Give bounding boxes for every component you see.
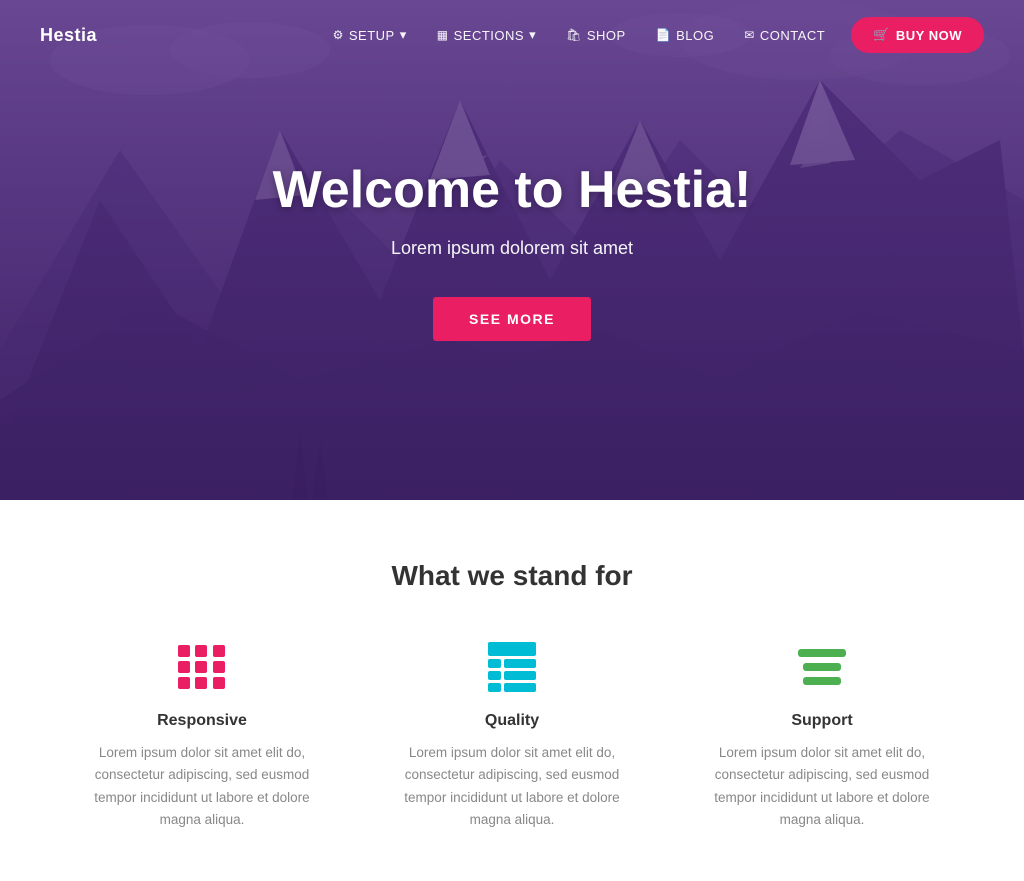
nav-contact[interactable]: ✉ CONTACT — [732, 20, 837, 51]
shop-icon: 🛍 — [566, 28, 582, 42]
hero-subtitle: Lorem ipsum dolorem sit amet — [273, 238, 752, 259]
responsive-desc: Lorem ipsum dolor sit amet elit do, cons… — [82, 742, 322, 831]
chevron-down-icon: ▾ — [400, 27, 407, 43]
nav-shop[interactable]: 🛍 SHOP — [554, 20, 638, 51]
chevron-down-icon: ▾ — [529, 27, 536, 43]
hero-title: Welcome to Hestia! — [273, 160, 752, 220]
setup-icon: ⚙ — [333, 28, 344, 42]
contact-icon: ✉ — [744, 28, 755, 42]
features-title: What we stand for — [40, 560, 984, 592]
quality-label: Quality — [392, 712, 632, 730]
cart-icon: 🛒 — [873, 27, 890, 43]
quality-icon — [482, 642, 542, 692]
features-grid: Responsive Lorem ipsum dolor sit amet el… — [62, 642, 962, 831]
feature-responsive: Responsive Lorem ipsum dolor sit amet el… — [62, 642, 342, 831]
support-icon — [792, 642, 852, 692]
responsive-label: Responsive — [82, 712, 322, 730]
see-more-button[interactable]: SEE MORE — [433, 297, 591, 341]
buy-now-button[interactable]: 🛒 BUY NOW — [851, 17, 984, 53]
sections-icon: ▦ — [437, 28, 449, 42]
nav-sections[interactable]: ▦ SECTIONS ▾ — [425, 19, 548, 51]
nav-menu: ⚙ SETUP ▾ ▦ SECTIONS ▾ 🛍 SHOP 📄 BLOG ✉ C… — [321, 17, 984, 53]
quality-desc: Lorem ipsum dolor sit amet elit do, cons… — [392, 742, 632, 831]
navbar: Hestia ⚙ SETUP ▾ ▦ SECTIONS ▾ 🛍 SHOP 📄 B… — [0, 0, 1024, 70]
feature-support: Support Lorem ipsum dolor sit amet elit … — [682, 642, 962, 831]
hero-content: Welcome to Hestia! Lorem ipsum dolorem s… — [253, 160, 772, 341]
responsive-icon — [172, 642, 232, 692]
feature-quality: Quality Lorem ipsum dolor sit amet elit … — [372, 642, 652, 831]
nav-blog[interactable]: 📄 BLOG — [644, 20, 727, 51]
support-desc: Lorem ipsum dolor sit amet elit do, cons… — [702, 742, 942, 831]
brand-logo[interactable]: Hestia — [40, 25, 97, 46]
features-section: What we stand for Responsive Lorem ipsum… — [0, 500, 1024, 881]
support-label: Support — [702, 712, 942, 730]
hero-section: Welcome to Hestia! Lorem ipsum dolorem s… — [0, 0, 1024, 500]
nav-setup[interactable]: ⚙ SETUP ▾ — [321, 19, 419, 51]
blog-icon: 📄 — [656, 28, 671, 42]
